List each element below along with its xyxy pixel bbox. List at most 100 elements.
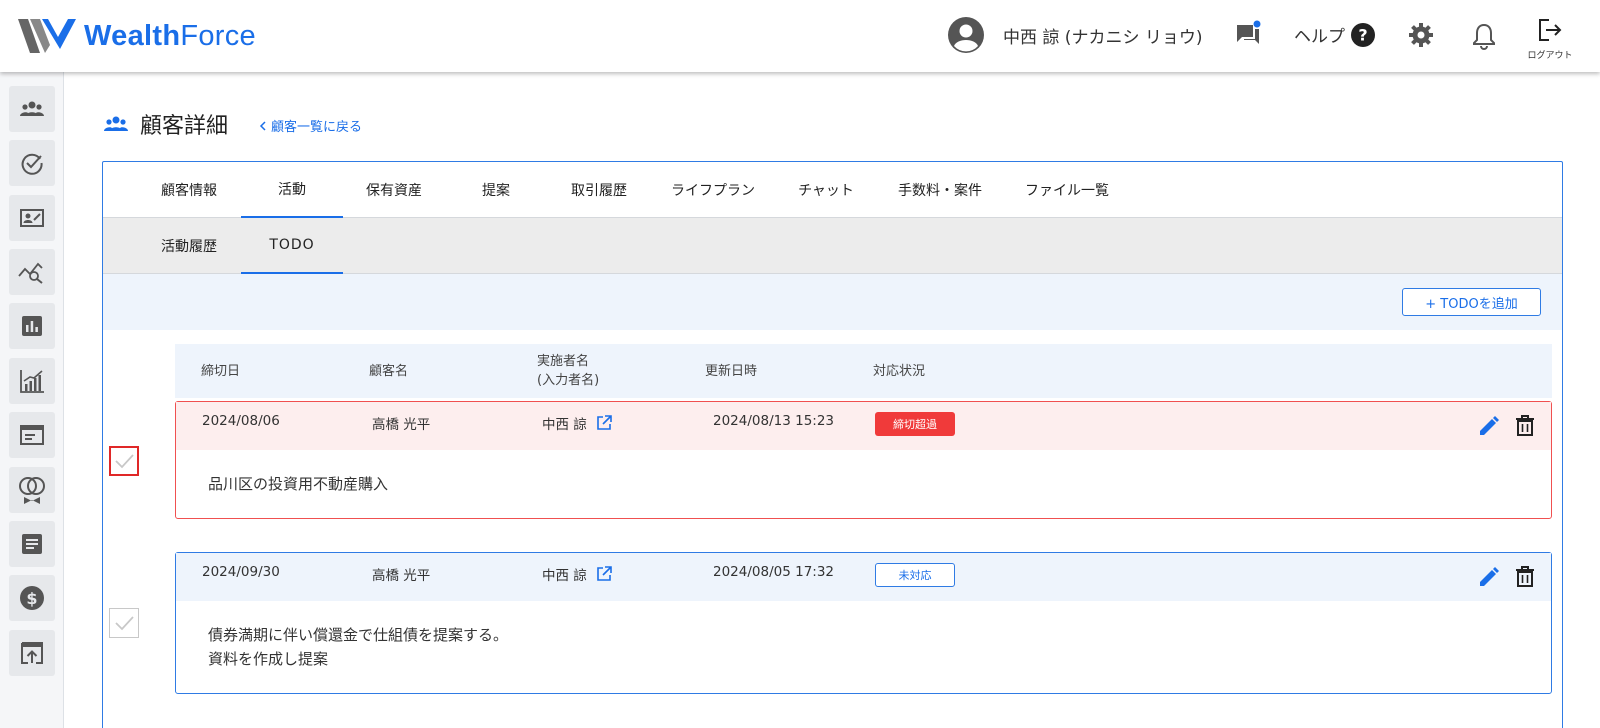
help-question-icon: ?: [1351, 22, 1375, 47]
todo-deadline: 2024/09/30: [202, 564, 280, 580]
app-header: WealthForce 中西 諒 (ナカニシ リョウ) ヘルプ ? ログアウト: [0, 0, 1600, 72]
growth-chart-icon: [20, 370, 44, 393]
sidebar-item-files[interactable]: [9, 630, 55, 676]
col-customer: 顧客名: [369, 363, 409, 379]
todo-description: 債券満期に伴い償還金で仕組債を提案する。 資料を作成し提案: [208, 623, 508, 671]
edit-pencil-icon[interactable]: [1477, 565, 1501, 589]
brand-name: WealthForce: [84, 19, 256, 52]
settings-button[interactable]: [1408, 22, 1434, 52]
todo-assignee-cell: 中西 諒: [542, 413, 613, 433]
chevron-left-icon: [259, 120, 266, 131]
todo-updated: 2024/08/13 15:23: [713, 413, 835, 429]
page-title: 顧客詳細: [102, 108, 228, 140]
col-assignee-line1: 実施者名: [537, 354, 590, 369]
wealthforce-logo[interactable]: WealthForce: [18, 18, 256, 54]
col-assignee: 実施者名 (入力者名): [537, 344, 599, 398]
gear-icon: [1409, 23, 1433, 47]
todo-description-line: 資料を作成し提案: [208, 650, 329, 668]
chat-icon: [1237, 20, 1261, 44]
check-icon: [115, 454, 134, 469]
bar-chart-icon: [22, 316, 42, 336]
todo-row: 2024/09/30 高橋 光平 中西 諒 2024/08/05 17:32 未…: [175, 552, 1552, 694]
upload-icon: [21, 642, 43, 664]
profile-card-icon: [20, 209, 44, 227]
logout-button[interactable]: ログアウト: [1522, 18, 1578, 61]
sidebar-item-analysis[interactable]: [9, 249, 55, 295]
help-button[interactable]: ヘルプ ?: [1294, 22, 1375, 47]
todo-assignee: 中西 諒: [542, 417, 587, 433]
back-to-customer-list-link[interactable]: 顧客一覧に戻る: [258, 116, 362, 135]
check-circle-icon: [21, 153, 43, 175]
delete-trash-icon[interactable]: [1513, 414, 1537, 438]
todo-row: 2024/08/06 高橋 光平 中西 諒 2024/08/13 15:23 締…: [175, 401, 1552, 519]
todo-updated: 2024/08/05 17:32: [713, 564, 835, 580]
tab-chat[interactable]: チャット: [775, 162, 877, 218]
subtab-todo[interactable]: TODO: [241, 218, 343, 274]
sidebar-item-notes[interactable]: [9, 521, 55, 567]
page-title-text: 顧客詳細: [140, 114, 229, 139]
todo-complete-checkbox[interactable]: [109, 608, 139, 638]
customers-icon: [20, 101, 44, 116]
wealthforce-mark-icon: [18, 19, 76, 53]
dollar-icon: $: [20, 586, 44, 610]
open-external-icon[interactable]: [595, 414, 613, 432]
status-badge: 締切超過: [875, 412, 955, 436]
col-status: 対応状況: [873, 363, 926, 379]
todo-deadline: 2024/08/06: [202, 413, 280, 429]
search-chart-icon: [18, 262, 43, 284]
sidebar-item-tasks[interactable]: [9, 140, 55, 186]
svg-text:?: ?: [1358, 25, 1367, 44]
sidebar-item-customers[interactable]: [9, 86, 55, 132]
subtab-activity-history[interactable]: 活動履歴: [139, 218, 239, 274]
tab-fees-cases[interactable]: 手数料・案件: [877, 162, 1003, 218]
tab-transaction-history[interactable]: 取引履歴: [547, 162, 651, 218]
customer-detail-panel: 顧客情報 活動 保有資産 提案 取引履歴 ライフプラン チャット 手数料・案件 …: [102, 161, 1563, 728]
todo-description-line: 債券満期に伴い償還金で仕組債を提案する。: [208, 626, 509, 644]
logout-label: ログアウト: [1527, 51, 1573, 61]
chat-notification-button[interactable]: [1234, 20, 1262, 52]
tab-holdings[interactable]: 保有資産: [343, 162, 445, 218]
edit-pencil-icon[interactable]: [1477, 414, 1501, 438]
todo-assignee-cell: 中西 諒: [542, 564, 613, 584]
todo-customer: 高橋 光平: [372, 417, 431, 433]
tab-proposals[interactable]: 提案: [445, 162, 547, 218]
check-icon: [115, 616, 134, 631]
sidebar-item-matching[interactable]: [9, 467, 55, 513]
user-name: 中西 諒 (ナカニシ リョウ): [1003, 27, 1203, 48]
tab-activity[interactable]: 活動: [241, 162, 343, 218]
col-deadline: 締切日: [201, 363, 241, 379]
main-tabs: 顧客情報 活動 保有資産 提案 取引履歴 ライフプラン チャット 手数料・案件 …: [103, 162, 1562, 218]
todo-assignee: 中西 諒: [542, 568, 587, 584]
document-icon: [20, 425, 44, 445]
todo-customer: 高橋 光平: [372, 568, 431, 584]
status-badge: 未対応: [875, 563, 955, 587]
open-external-icon[interactable]: [595, 565, 613, 583]
user-menu[interactable]: 中西 諒 (ナカニシ リョウ): [948, 16, 1202, 54]
add-todo-button[interactable]: + TODOを追加: [1402, 288, 1541, 316]
tab-file-list[interactable]: ファイル一覧: [1003, 162, 1131, 218]
todo-table-header: 締切日 顧客名 実施者名 (入力者名) 更新日時 対応状況: [175, 344, 1552, 398]
todo-toolbar: + TODOを追加: [103, 274, 1562, 330]
customers-icon: [104, 116, 128, 131]
col-assignee-line2: (入力者名): [537, 373, 600, 388]
tab-life-plan[interactable]: ライフプラン: [651, 162, 775, 218]
todo-complete-checkbox[interactable]: [109, 446, 139, 476]
sidebar-item-fees[interactable]: $: [9, 575, 55, 621]
todo-row-actions: [1477, 414, 1537, 438]
tab-customer-info[interactable]: 顧客情報: [139, 162, 239, 218]
sidebar-item-report[interactable]: [9, 303, 55, 349]
rings-icon: [19, 477, 45, 504]
todo-description: 品川区の投資用不動産購入: [208, 472, 388, 496]
sidebar-item-profile[interactable]: [9, 195, 55, 241]
back-link-label: 顧客一覧に戻る: [271, 120, 363, 135]
help-label: ヘルプ: [1294, 27, 1345, 47]
sidebar-item-documents[interactable]: [9, 412, 55, 458]
todo-row-summary: 2024/08/06 高橋 光平 中西 諒 2024/08/13 15:23 締…: [176, 402, 1551, 450]
delete-trash-icon[interactable]: [1513, 565, 1537, 589]
user-avatar-icon: [948, 17, 984, 53]
todo-row-summary: 2024/09/30 高橋 光平 中西 諒 2024/08/05 17:32 未…: [176, 553, 1551, 601]
notifications-button[interactable]: [1472, 22, 1496, 54]
activity-subtabs: 活動履歴 TODO: [103, 218, 1562, 274]
col-updated: 更新日時: [705, 363, 758, 379]
sidebar-item-growth[interactable]: [9, 358, 55, 404]
